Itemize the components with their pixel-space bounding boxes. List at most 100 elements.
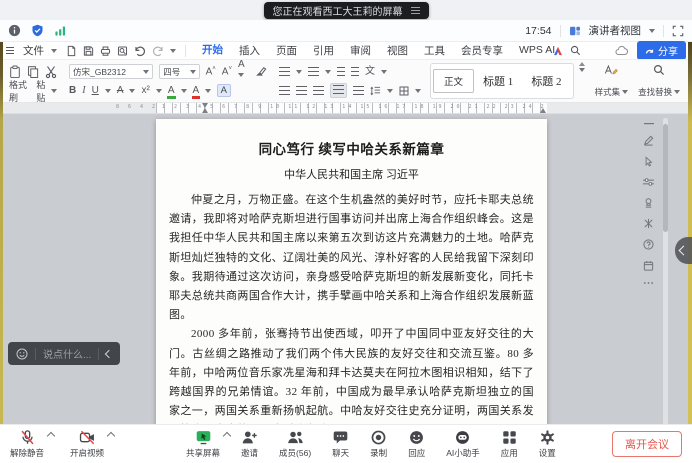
ribbon-tab[interactable]: 视图 (386, 42, 409, 60)
chat-input-placeholder[interactable]: 说点什么... (43, 346, 91, 361)
highlight-color-button[interactable]: A (168, 86, 175, 96)
chat-quick-bar[interactable]: 说点什么... (8, 342, 120, 365)
camera-options-chevron[interactable] (107, 432, 115, 440)
increase-indent-icon[interactable] (351, 67, 359, 76)
line-spacing-icon[interactable] (370, 86, 381, 96)
align-justify-icon[interactable] (330, 83, 347, 98)
document-page[interactable]: 同心笃行 续写中哈关系新篇章 中华人民共和国主席 习近平 仲夏之月，万物正盛。在… (156, 119, 547, 425)
collapse-dash-icon[interactable] (644, 122, 654, 125)
style-option[interactable]: 正文 (433, 69, 474, 93)
cut-scissors-icon[interactable] (45, 65, 57, 79)
align-right-icon[interactable] (313, 86, 324, 95)
align-center-icon[interactable] (296, 86, 307, 95)
right-indent-marker[interactable] (540, 105, 546, 113)
italic-button[interactable]: I (82, 86, 85, 96)
bullet-list-icon[interactable] (279, 67, 290, 76)
file-menu[interactable]: 文件 (23, 43, 44, 58)
start-video-button[interactable]: 开启视频 (70, 429, 104, 459)
style-option[interactable]: 标题 2 (522, 70, 570, 92)
ribbon-tab[interactable]: 引用 (312, 42, 335, 60)
format-painter-button[interactable]: 格式刷 (9, 78, 30, 104)
ai-assistant-button[interactable]: AI小助手 (446, 429, 480, 459)
file-menu-arrow[interactable] (51, 49, 57, 56)
record-button[interactable]: 录制 (370, 429, 387, 459)
mic-options-chevron[interactable] (47, 432, 55, 440)
apps-button[interactable]: 应用 (501, 429, 518, 459)
meeting-info-icon[interactable] (8, 24, 21, 37)
ribbon-tab[interactable]: WPS AI (518, 43, 556, 58)
print-icon[interactable] (100, 45, 111, 57)
chevron-down-icon[interactable] (649, 29, 655, 36)
borders-icon[interactable] (399, 86, 409, 96)
select-cursor-icon[interactable] (644, 156, 654, 167)
main-menu-icon[interactable] (6, 47, 14, 53)
font-name-select[interactable]: 仿宋_GB2312 (69, 64, 153, 79)
bold-button[interactable]: B (69, 86, 76, 96)
align-left-icon[interactable] (279, 86, 290, 95)
leave-meeting-button[interactable]: 离开会议 (612, 431, 682, 457)
ribbon-tab[interactable]: 开始 (201, 41, 224, 61)
invite-button[interactable]: 邀请 (241, 429, 258, 459)
numbered-list-icon[interactable] (308, 67, 319, 76)
watching-banner[interactable]: 您正在观看西工大王莉的屏幕 (264, 2, 429, 19)
security-shield-icon[interactable] (31, 24, 44, 37)
tools-icon[interactable] (643, 218, 654, 229)
reaction-button[interactable]: 回应 (408, 429, 425, 459)
decrease-indent-icon[interactable] (337, 67, 345, 76)
settings-button[interactable]: 设置 (539, 429, 556, 459)
share-options-chevron[interactable] (223, 432, 231, 440)
stamp-seal-icon[interactable] (643, 197, 654, 208)
ribbon-tab[interactable]: 会员专享 (460, 42, 504, 60)
save-icon[interactable] (83, 45, 94, 57)
undo-icon[interactable] (134, 45, 146, 57)
fullscreen-icon[interactable] (672, 25, 684, 37)
ribbon-tab[interactable]: 审阅 (349, 42, 372, 60)
members-button[interactable]: 成员(56) (279, 429, 311, 459)
clear-format-icon[interactable] (256, 66, 267, 77)
style-set-button[interactable]: 样式集 (590, 62, 634, 100)
strikethrough-button[interactable]: A (117, 86, 124, 96)
emoji-smiley-icon[interactable] (16, 348, 28, 360)
unmute-button[interactable]: 解除静音 (10, 429, 44, 459)
cloud-sync-icon[interactable] (615, 45, 629, 56)
share-screen-button[interactable]: 共享屏幕 (186, 429, 220, 459)
more-dots-icon[interactable] (643, 281, 654, 285)
help-icon[interactable] (643, 239, 654, 250)
quick-access-arrow[interactable] (170, 49, 176, 56)
grow-font-button[interactable]: A˄ (206, 66, 216, 77)
redo-icon[interactable] (152, 45, 164, 57)
find-replace-button[interactable]: 查找替换 (633, 62, 685, 100)
copy-icon[interactable] (27, 65, 39, 79)
font-size-select[interactable]: 四号 (159, 64, 199, 79)
collapse-chat-icon[interactable] (105, 349, 113, 357)
new-doc-icon[interactable] (66, 45, 77, 57)
view-mode-selector[interactable]: 演讲者视图 (589, 23, 642, 38)
text-direction-button[interactable]: 文 (365, 67, 375, 77)
ribbon-tab[interactable]: 工具 (423, 42, 446, 60)
style-gallery-scroll[interactable] (576, 62, 588, 100)
scrollbar-thumb[interactable] (663, 124, 668, 232)
ruler[interactable]: 8 6 4 2 1 2 3 4 5 6 7 8 9 10 11 12 13 14… (0, 103, 692, 114)
document-canvas[interactable]: 同心笃行 续写中哈关系新篇章 中华人民共和国主席 习近平 仲夏之月，万物正盛。在… (0, 114, 692, 425)
annotate-pen-icon[interactable] (643, 135, 654, 146)
ribbon-search-icon[interactable] (570, 45, 581, 56)
style-option[interactable]: 标题 1 (474, 70, 522, 92)
underline-button[interactable]: U (92, 86, 99, 96)
shrink-font-button[interactable]: A˅ (222, 66, 232, 77)
chat-button[interactable]: 聊天 (332, 429, 349, 459)
superscript-button[interactable]: x² (141, 86, 149, 96)
ribbon-tab[interactable]: 页面 (275, 42, 298, 60)
hanging-indent-marker[interactable] (202, 105, 208, 113)
vertical-scrollbar[interactable] (663, 118, 668, 425)
ribbon-tab[interactable]: 插入 (238, 42, 261, 60)
font-color-button[interactable]: A (193, 86, 200, 96)
adjust-sliders-icon[interactable] (643, 177, 654, 187)
paste-dropdown[interactable]: 粘贴 (36, 78, 57, 104)
print-preview-icon[interactable] (117, 45, 128, 57)
banner-menu-icon[interactable] (411, 7, 420, 14)
distribute-icon[interactable] (353, 86, 364, 95)
paste-icon[interactable] (9, 65, 21, 79)
schedule-calendar-icon[interactable] (643, 260, 654, 271)
char-shading-button[interactable]: A (217, 84, 230, 97)
share-button[interactable]: 分享 (637, 41, 686, 61)
